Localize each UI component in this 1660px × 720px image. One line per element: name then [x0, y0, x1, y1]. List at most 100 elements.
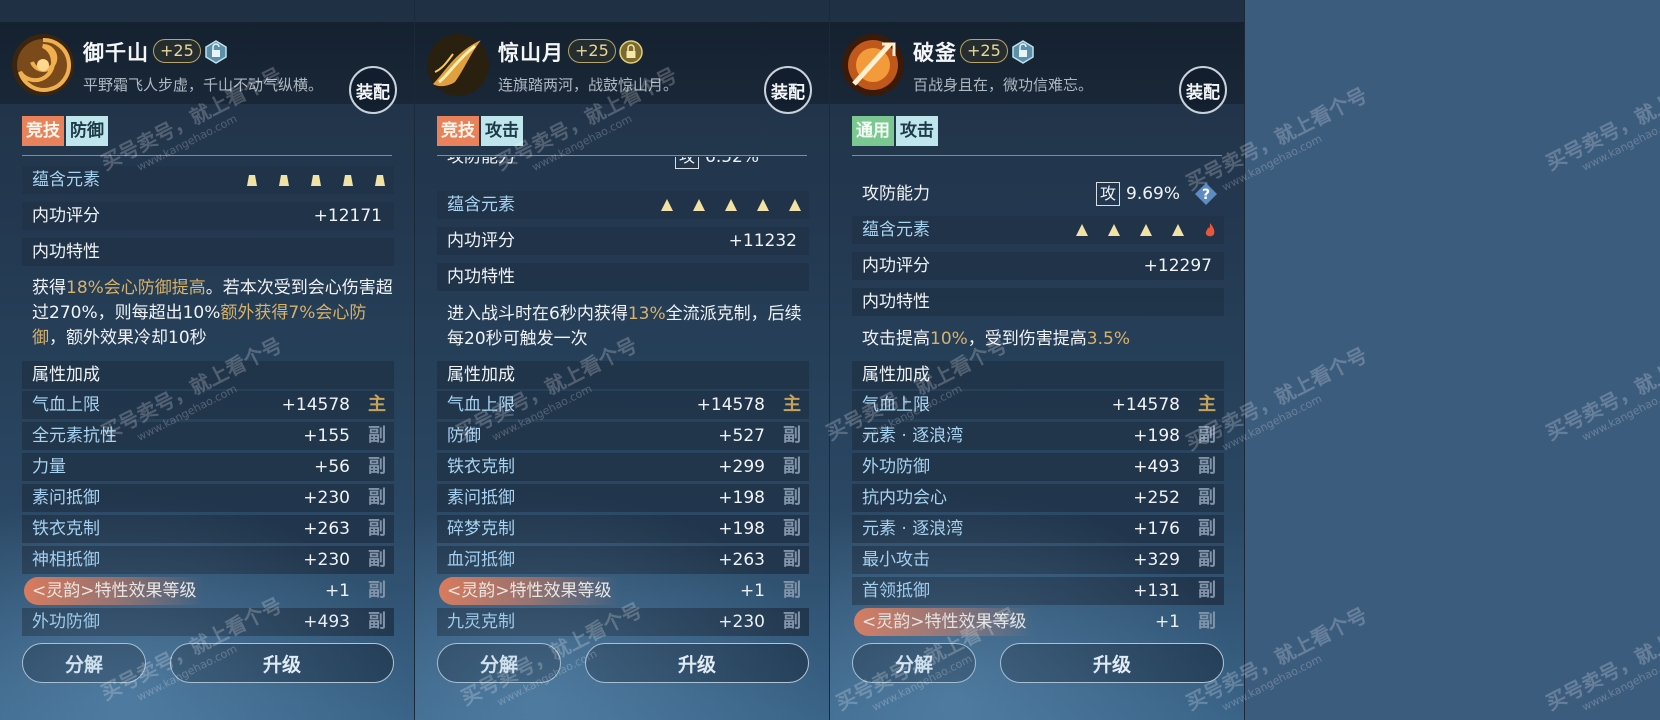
- trait-label: 内功特性: [862, 292, 930, 312]
- sub-attribute-mark: 副: [1198, 549, 1216, 570]
- attribute-row: 外功防御 +493 副: [852, 453, 1224, 481]
- attack-symbol: 攻: [675, 157, 699, 169]
- attribute-value: +14578: [1111, 395, 1180, 415]
- equipment-name: 破釜: [913, 41, 957, 65]
- sub-attribute-mark: 副: [783, 518, 801, 539]
- watermark-url: www.kangehao.com: [1579, 382, 1660, 444]
- attribute-header-row: 属性加成: [852, 361, 1224, 389]
- element-icon: [693, 199, 705, 211]
- upgrade-button[interactable]: 升级: [170, 643, 394, 683]
- power-percent: 9.69%: [1126, 184, 1181, 204]
- element-icon: [1076, 224, 1088, 236]
- unlock-icon: [205, 40, 227, 64]
- lock-icon: [619, 40, 643, 64]
- score-label: 内功评分: [862, 256, 930, 276]
- attribute-value: +493: [303, 612, 350, 632]
- attribute-name: 最小攻击: [862, 550, 930, 570]
- upgrade-button[interactable]: 升级: [585, 643, 809, 683]
- attribute-value: +252: [1133, 488, 1180, 508]
- trait-row: 内功特性: [437, 263, 809, 291]
- trait-label: 内功特性: [447, 267, 515, 287]
- attribute-name: 九灵克制: [447, 612, 515, 632]
- attribute-name: 元素 · 逐浪湾: [862, 519, 964, 539]
- element-icon: [1140, 224, 1152, 236]
- equipment-name: 惊山月: [498, 41, 564, 65]
- score-value: +12297: [1143, 256, 1212, 276]
- attribute-value: +263: [303, 519, 350, 539]
- attribute-name: 铁衣克制: [32, 519, 100, 539]
- sub-attribute-mark: 副: [783, 487, 801, 508]
- power-row: 攻防能力 攻 9.69% ?: [852, 180, 1224, 208]
- main-attribute-mark: 主: [368, 394, 386, 415]
- score-label: 内功评分: [447, 231, 515, 251]
- attribute-row: 气血上限 +14578 主: [437, 391, 809, 419]
- divider: [22, 155, 392, 156]
- attribute-row: 元素 · 逐浪湾 +176 副: [852, 515, 1224, 543]
- svg-text:?: ?: [1202, 187, 1210, 203]
- swirl-weapon-icon: [12, 34, 74, 96]
- decompose-button[interactable]: 分解: [437, 643, 561, 683]
- sub-attribute-mark: 副: [1198, 425, 1216, 446]
- attribute-value: +14578: [696, 395, 765, 415]
- attribute-row: 外功防御 +493 副: [22, 608, 394, 636]
- attribute-value: +263: [718, 550, 765, 570]
- sub-attribute-mark: 副: [783, 549, 801, 570]
- sub-attribute-mark: 副: [368, 487, 386, 508]
- attribute-row: 神相抵御 +230 副: [22, 546, 394, 574]
- decompose-button[interactable]: 分解: [852, 643, 976, 683]
- golden-wing-weapon-icon: [427, 34, 489, 96]
- element-icon: [725, 199, 737, 211]
- score-row: 内功评分 +12171: [22, 202, 394, 230]
- attribute-name: <灵韵>特性效果等级: [862, 612, 1027, 632]
- attribute-row: <灵韵>特性效果等级 +1 副: [22, 577, 394, 605]
- element-icon: [757, 199, 769, 211]
- attribute-name: 气血上限: [447, 395, 515, 415]
- attribute-value: +56: [314, 457, 350, 477]
- level-badge: +25: [153, 39, 201, 63]
- element-label: 蕴含元素: [32, 170, 100, 190]
- fire-element-icon: [1205, 223, 1215, 237]
- attribute-name: 全元素抗性: [32, 426, 117, 446]
- equipment-header: 惊山月 +25 连旗踏两河，战鼓惊山月。 装配: [415, 22, 829, 114]
- attribute-value: +198: [718, 488, 765, 508]
- attribute-name: 铁衣克制: [447, 457, 515, 477]
- element-icon: [311, 175, 321, 186]
- decompose-button[interactable]: 分解: [22, 643, 146, 683]
- equipment-panel-3: 破釜 +25 百战身且在，微功信难忘。 装配 通用 攻击 攻防能力 攻 9.69%…: [830, 0, 1245, 720]
- equip-button[interactable]: 装配: [1179, 66, 1227, 114]
- attribute-row: 最小攻击 +329 副: [852, 546, 1224, 574]
- equip-button[interactable]: 装配: [764, 66, 812, 114]
- equip-button[interactable]: 装配: [349, 66, 397, 114]
- help-icon[interactable]: ?: [1194, 182, 1218, 206]
- attribute-header-row: 属性加成: [437, 361, 809, 389]
- attribute-row: 元素 · 逐浪湾 +198 副: [852, 422, 1224, 450]
- sub-attribute-mark: 副: [368, 518, 386, 539]
- attribute-row: 全元素抗性 +155 副: [22, 422, 394, 450]
- attribute-name: 外功防御: [32, 612, 100, 632]
- tag-general: 通用: [852, 116, 894, 146]
- attribute-value: +1: [739, 581, 765, 601]
- tag-list: 竞技 防御: [22, 116, 108, 146]
- main-attribute-mark: 主: [783, 394, 801, 415]
- attribute-value: +493: [1133, 457, 1180, 477]
- attribute-name: 防御: [447, 426, 481, 446]
- element-label: 蕴含元素: [447, 195, 515, 215]
- upgrade-button[interactable]: 升级: [1000, 643, 1224, 683]
- watermark-text: 买号卖号，就上看个号: [1541, 62, 1660, 175]
- watermark-url: www.kangehao.com: [1579, 652, 1660, 714]
- sub-attribute-mark: 副: [783, 425, 801, 446]
- element-row: 蕴含元素: [22, 166, 394, 194]
- attribute-value: +14578: [281, 395, 350, 415]
- tag-type: 攻击: [896, 116, 938, 146]
- attribute-header: 属性加成: [447, 365, 515, 385]
- divider: [437, 155, 807, 156]
- flame-blade-weapon-icon: [842, 34, 904, 96]
- sub-attribute-mark: 副: [368, 549, 386, 570]
- element-row: 蕴含元素: [852, 216, 1224, 244]
- tag-list: 竞技 攻击: [437, 116, 523, 146]
- power-label: 攻防能力: [447, 157, 515, 167]
- trait-description: 攻击提高10%，受到伤害提高3.5%: [852, 327, 1224, 352]
- level-badge: +25: [568, 39, 616, 63]
- watermark: 买号卖号，就上看个号 www.kangehao.com: [1540, 329, 1660, 457]
- attack-symbol: 攻: [1096, 182, 1120, 206]
